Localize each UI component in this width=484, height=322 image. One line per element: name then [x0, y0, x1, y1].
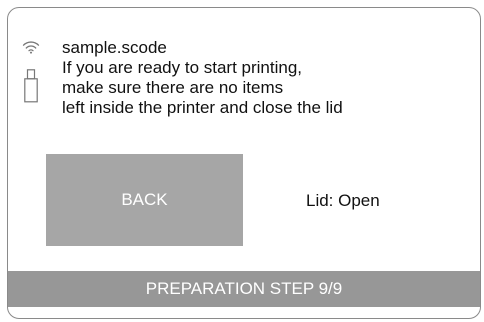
print-instructions: sample.scode If you are ready to start p… [62, 38, 343, 118]
instruction-line: left inside the printer and close the li… [62, 98, 343, 117]
usb-drive-icon [24, 69, 38, 103]
wifi-icon [22, 41, 40, 54]
file-name: sample.scode [62, 38, 167, 57]
instruction-line: If you are ready to start printing, [62, 58, 303, 77]
preparation-step-bar: PREPARATION STEP 9/9 [8, 271, 480, 307]
back-button[interactable]: BACK [46, 154, 243, 246]
printer-dialog-panel: sample.scode If you are ready to start p… [7, 7, 481, 319]
step-label: PREPARATION STEP 9/9 [145, 279, 343, 298]
lid-status: Lid: Open [306, 191, 380, 210]
instruction-line: make sure there are no items [62, 78, 284, 97]
